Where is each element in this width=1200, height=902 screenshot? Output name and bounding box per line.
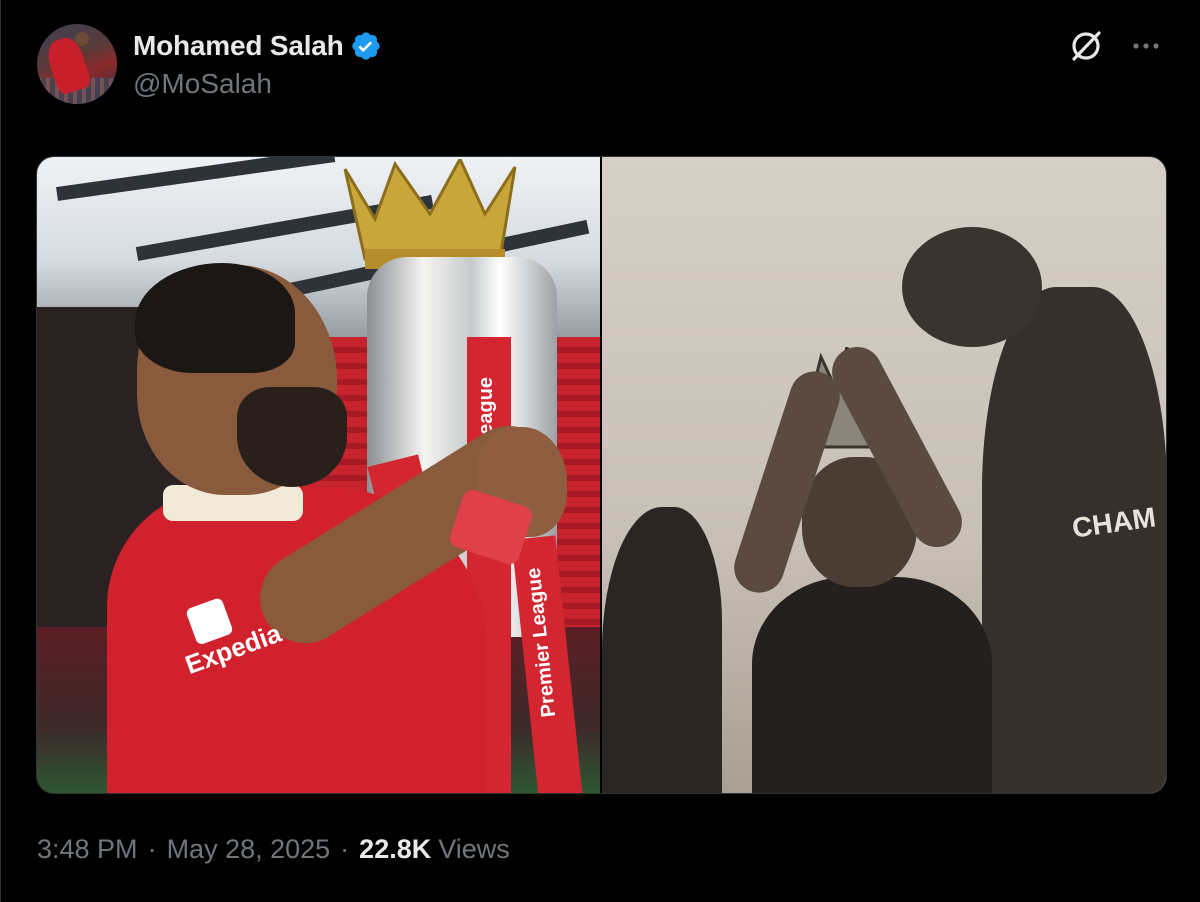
photo-crowning[interactable]: CHAM: [602, 157, 1166, 793]
avatar-head: [75, 32, 89, 46]
handle[interactable]: @MoSalah: [133, 68, 382, 100]
views-count[interactable]: 22.8K: [359, 834, 431, 865]
media-grid: Premier League Premier League Expedia: [36, 156, 1167, 794]
post-time[interactable]: 3:48 PM: [37, 834, 138, 865]
photographer: [602, 507, 722, 793]
separator: ·: [340, 834, 350, 864]
verified-badge-icon[interactable]: [350, 30, 382, 62]
tweet: Mohamed Salah @MoSalah League Premier Le…: [0, 0, 1200, 902]
avatar[interactable]: [37, 24, 117, 104]
tweet-header: Mohamed Salah @MoSalah: [37, 24, 382, 104]
author-names: Mohamed Salah @MoSalah: [133, 28, 382, 100]
post-date[interactable]: May 28, 2025: [167, 834, 331, 865]
ribbon-label: Premier League: [522, 566, 561, 719]
top-actions: [1068, 28, 1164, 64]
display-name[interactable]: Mohamed Salah: [133, 30, 344, 62]
separator: ·: [147, 834, 157, 864]
player-beard: [237, 387, 347, 487]
views-label[interactable]: Views: [438, 834, 510, 865]
more-icon[interactable]: [1128, 28, 1164, 64]
teammate-head: [902, 227, 1042, 347]
photo-trophy-kiss[interactable]: Premier League Premier League Expedia: [37, 157, 600, 793]
player-shirt: [752, 577, 992, 793]
tweet-meta: 3:48 PM · May 28, 2025 · 22.8K Views: [37, 834, 510, 865]
name-row: Mohamed Salah: [133, 28, 382, 64]
grok-icon[interactable]: [1068, 28, 1104, 64]
trophy-crown-icon: [343, 159, 517, 269]
